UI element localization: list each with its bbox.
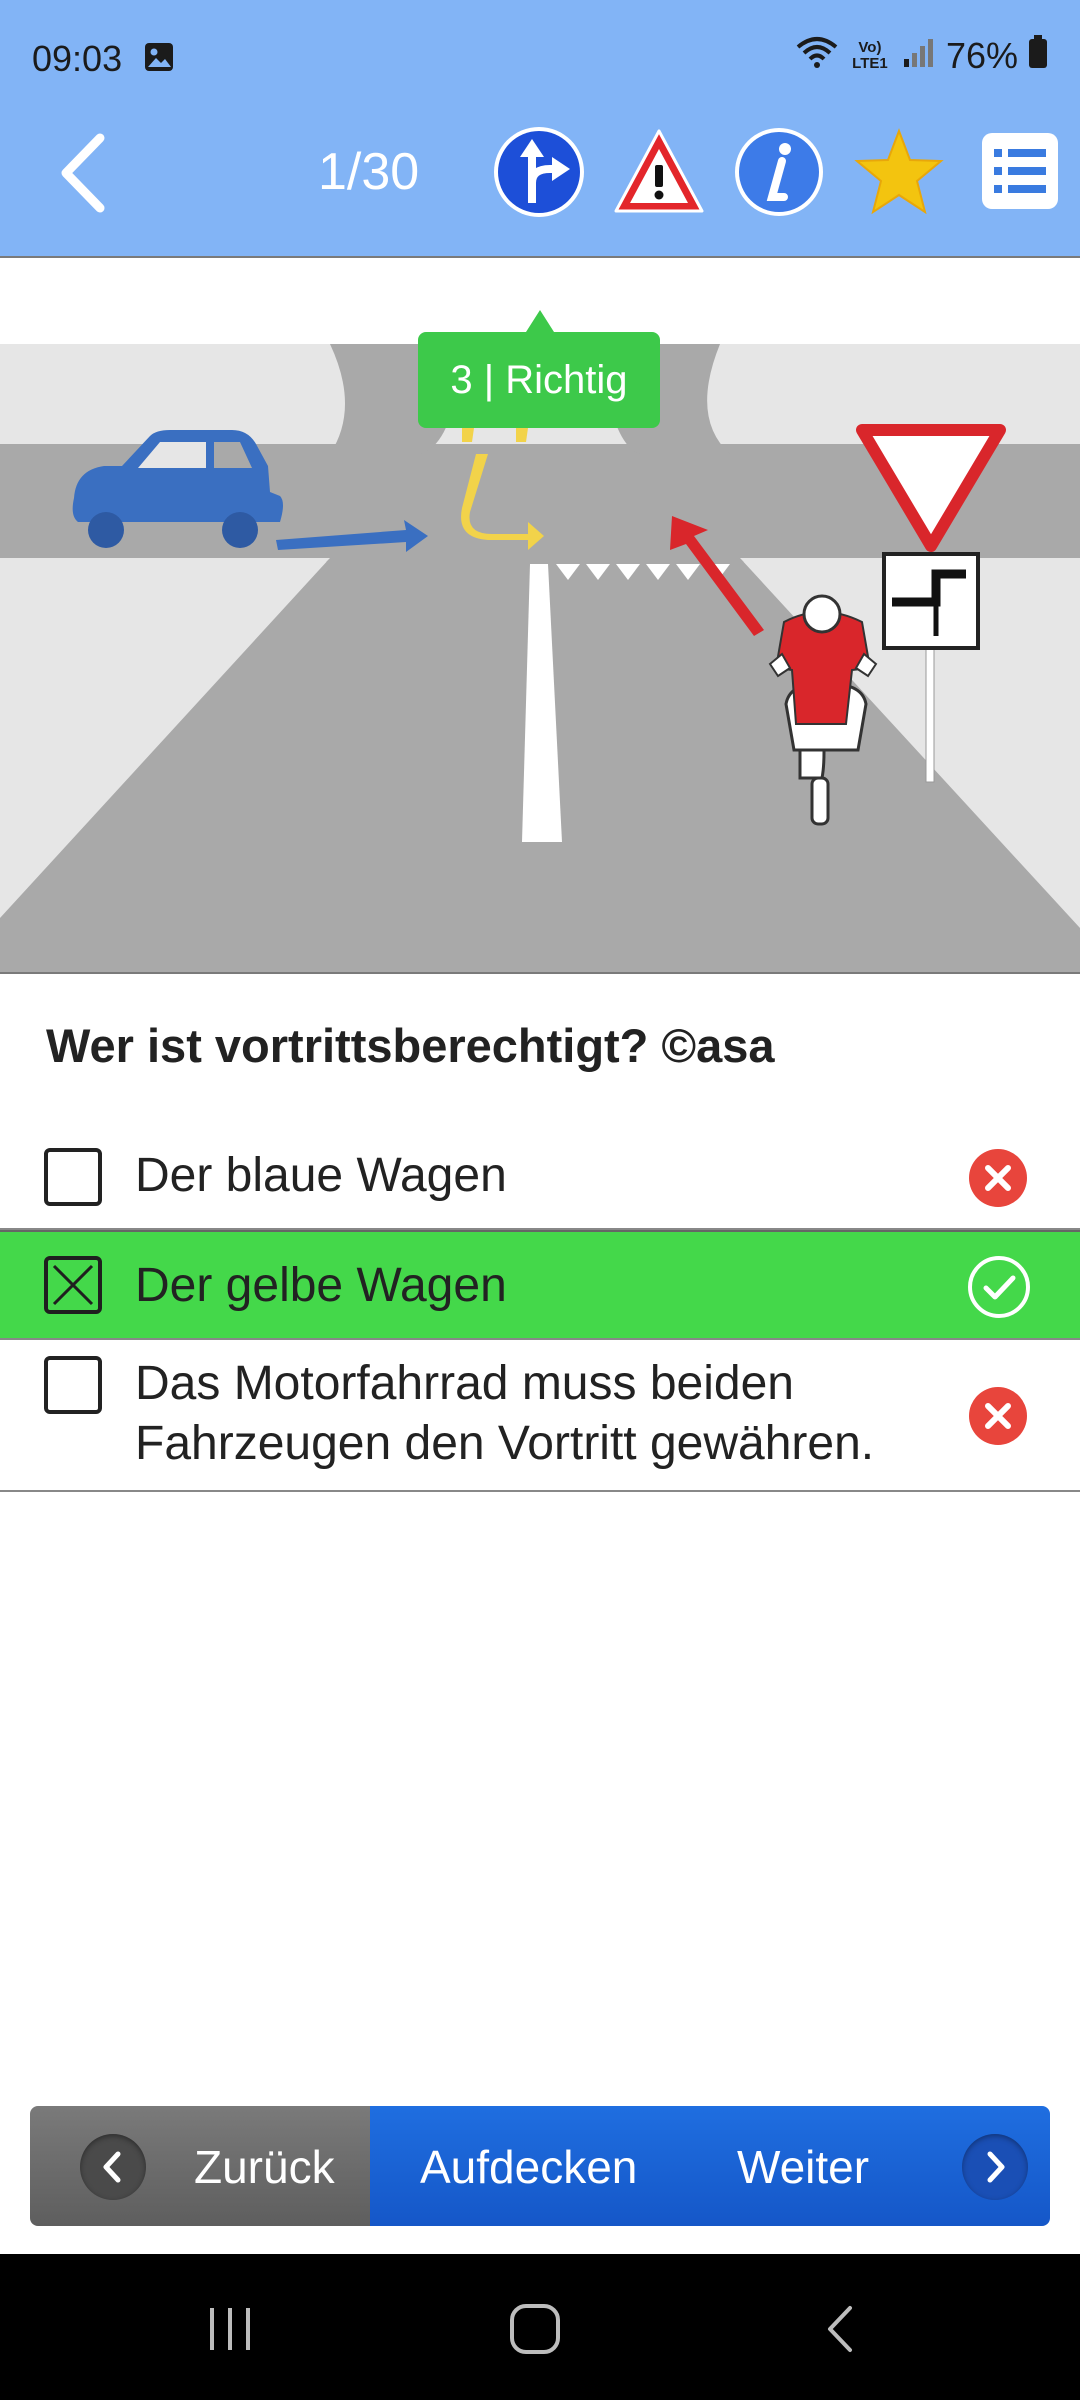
battery-text: 76% [945, 35, 1018, 76]
answer-checkbox[interactable] [44, 1148, 102, 1206]
answer-text: Der blaue Wagen [135, 1149, 507, 1202]
chevron-left-icon [80, 2134, 146, 2200]
answer-option-3[interactable]: Das Motorfahrrad muss beiden Fahrzeugen … [0, 1340, 1080, 1492]
top-bar: 09:03 Vo) LTE1 76% 1/30 [0, 0, 1080, 256]
info-icon[interactable] [732, 125, 826, 219]
answer-checkbox[interactable] [44, 1356, 102, 1414]
primary-nav: Aufdecken Weiter [370, 2106, 1050, 2226]
system-nav-bar [0, 2254, 1080, 2400]
list-icon[interactable] [980, 125, 1074, 219]
recent-apps-icon[interactable] [206, 2304, 256, 2359]
back-label: Zurück [194, 2141, 335, 2193]
question-text: Wer ist vortrittsberechtigt? ©asa [46, 1019, 775, 1072]
answer-text-line-1: Das Motorfahrrad muss beiden [135, 1357, 794, 1410]
bottom-nav-bar: Zurück Aufdecken Weiter [30, 2106, 1050, 2226]
home-icon[interactable] [508, 2302, 562, 2361]
gallery-icon [144, 42, 174, 77]
status-indicators: Vo) LTE1 76% [796, 34, 1048, 78]
status-time: 09:03 [32, 38, 123, 79]
answer-text: Der gelbe Wagen [135, 1259, 507, 1312]
question-illustration: 3 | Richtig [0, 256, 1080, 974]
result-badge: 3 | Richtig [418, 332, 660, 428]
answer-option-2[interactable]: Der gelbe Wagen [0, 1230, 1080, 1340]
warning-sign-icon[interactable] [612, 125, 706, 219]
wrong-icon [968, 1386, 1028, 1446]
next-label[interactable]: Weiter [737, 2140, 869, 2194]
back-button[interactable]: Zurück [30, 2106, 370, 2226]
wifi-icon [796, 35, 838, 78]
answer-checkbox-checked[interactable] [44, 1256, 102, 1314]
answer-option-1[interactable]: Der blaue Wagen [0, 1124, 1080, 1230]
system-back-icon[interactable] [820, 2302, 860, 2361]
question-counter: 1/30 [318, 143, 420, 201]
reveal-button[interactable]: Aufdecken [420, 2140, 637, 2194]
volte-icon: Vo) LTE1 [852, 39, 888, 72]
correct-check-icon [966, 1254, 1032, 1320]
signal-icon [902, 35, 936, 78]
chevron-right-icon[interactable] [962, 2134, 1028, 2200]
wrong-icon [968, 1148, 1028, 1208]
star-icon[interactable] [852, 125, 946, 219]
battery-icon [1028, 34, 1048, 78]
answer-text-line-2: Fahrzeugen den Vortritt gewähren. [135, 1417, 875, 1470]
right-of-way-sign-icon[interactable] [492, 125, 586, 219]
back-icon[interactable] [52, 128, 122, 218]
